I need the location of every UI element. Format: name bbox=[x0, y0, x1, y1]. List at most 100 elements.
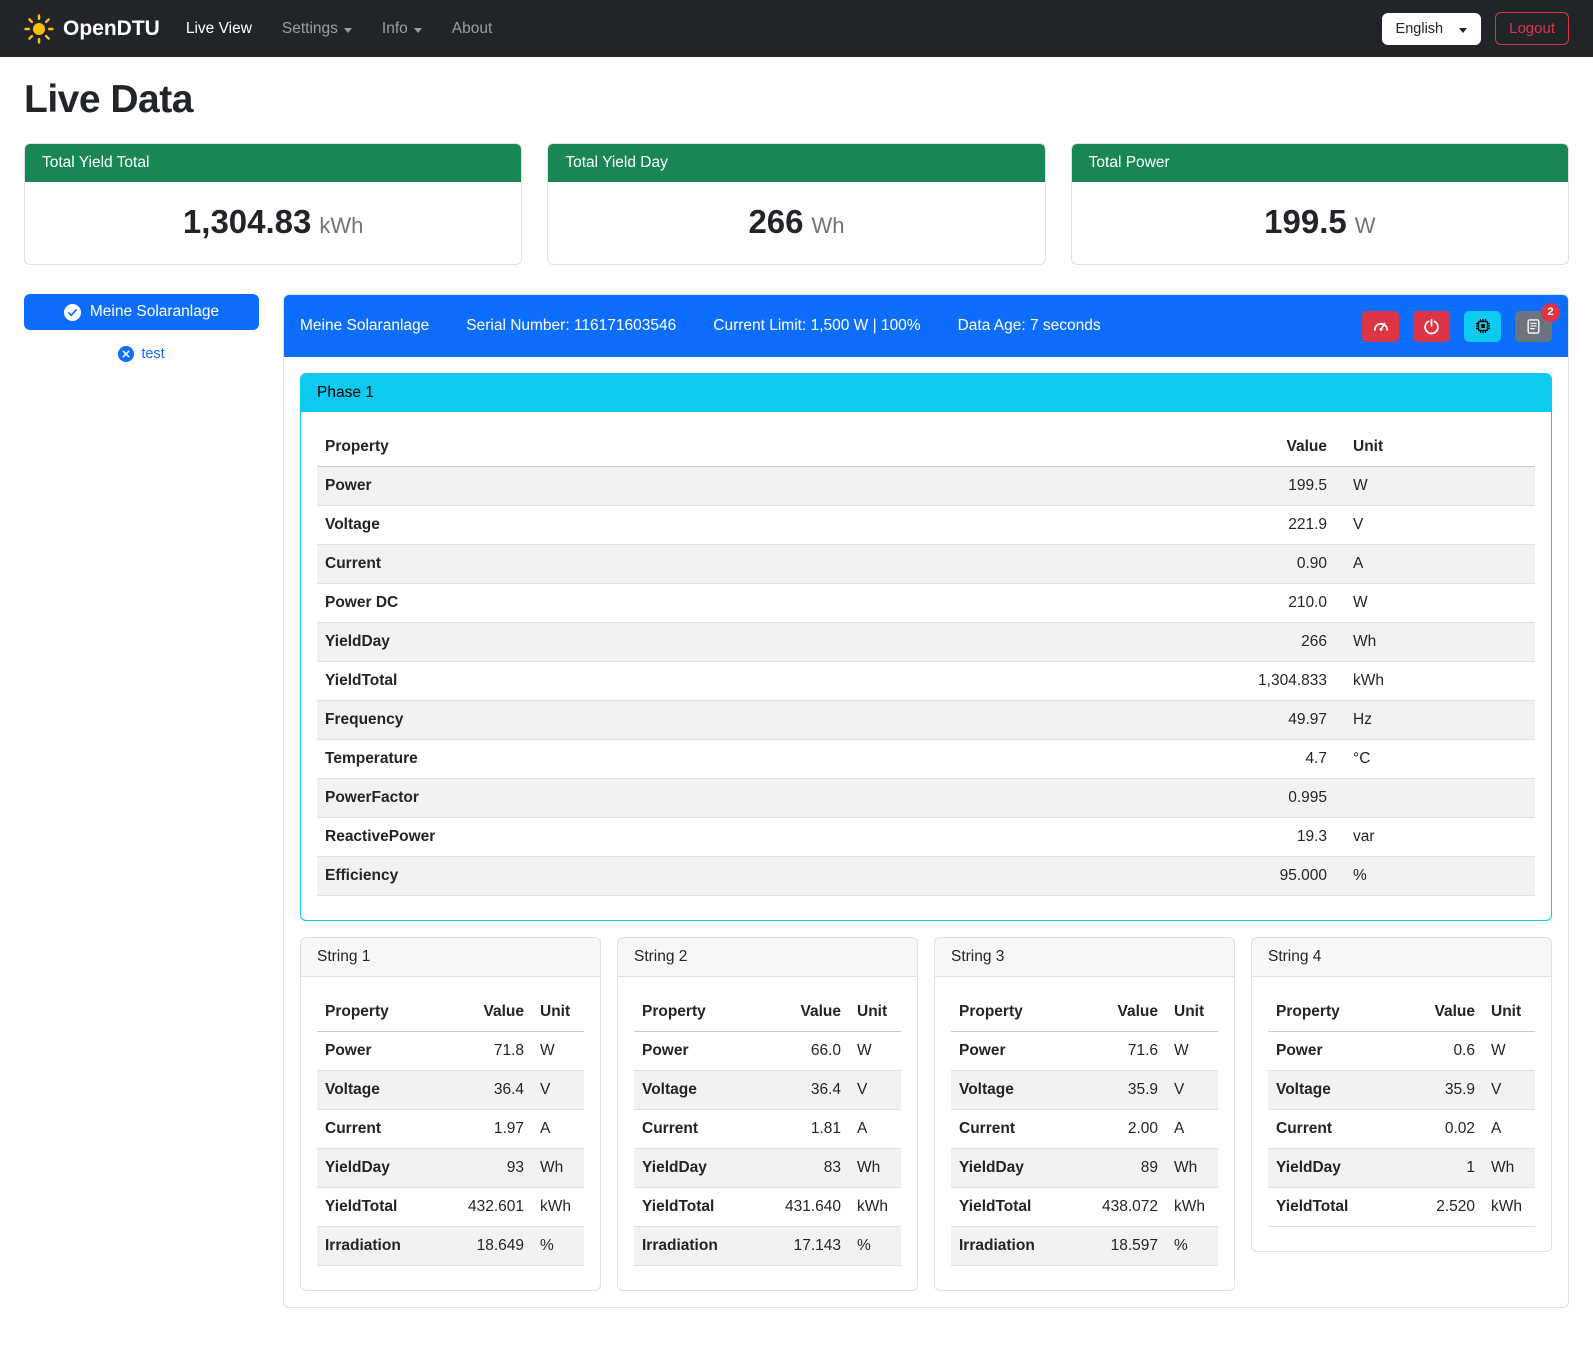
table-header-row: Property Value Unit bbox=[1268, 993, 1535, 1032]
phase-card: Phase 1 Property Value Unit bbox=[300, 373, 1552, 921]
row-value: 2.520 bbox=[1403, 1188, 1483, 1227]
inverter-test-link[interactable]: test bbox=[24, 346, 259, 362]
nav-live-view[interactable]: Live View bbox=[186, 20, 252, 38]
table-row: Voltage36.4V bbox=[634, 1071, 901, 1110]
card-title: Total Power bbox=[1072, 144, 1568, 182]
summary-card-total-yield-total: Total Yield Total 1,304.83kWh bbox=[24, 143, 522, 265]
row-unit: W bbox=[849, 1032, 901, 1071]
cpu-icon bbox=[1474, 317, 1492, 335]
row-unit: W bbox=[1335, 584, 1535, 623]
card-body: 199.5W bbox=[1072, 182, 1568, 264]
row-value: 36.4 bbox=[769, 1071, 849, 1110]
nav-settings[interactable]: Settings bbox=[282, 20, 352, 38]
row-value: 432.601 bbox=[452, 1188, 532, 1227]
row-property: Current bbox=[634, 1110, 769, 1149]
event-log-button[interactable]: 2 bbox=[1515, 311, 1552, 342]
row-unit: var bbox=[1335, 818, 1535, 857]
row-unit: kWh bbox=[849, 1188, 901, 1227]
row-unit bbox=[1335, 779, 1535, 818]
nav-live-view-label: Live View bbox=[186, 20, 252, 38]
string-card-3: String 3 Property Value Unit bbox=[934, 937, 1235, 1291]
row-unit: kWh bbox=[532, 1188, 584, 1227]
row-property: Voltage bbox=[317, 1071, 452, 1110]
inverter-data-age: Data Age: 7 seconds bbox=[958, 317, 1101, 335]
navbar-right: English Logout bbox=[1382, 12, 1569, 45]
row-value: 71.6 bbox=[1086, 1032, 1166, 1071]
power-toggle-button[interactable] bbox=[1413, 311, 1450, 342]
table-row: YieldDay1Wh bbox=[1268, 1149, 1535, 1188]
inverter-serial: Serial Number: 116171603546 bbox=[466, 317, 676, 335]
card-value: 1,304.83 bbox=[183, 203, 311, 240]
row-property: Current bbox=[1268, 1110, 1403, 1149]
col-value: Value bbox=[452, 993, 532, 1032]
table-row: Current1.81A bbox=[634, 1110, 901, 1149]
table-row: Frequency49.97Hz bbox=[317, 701, 1535, 740]
row-value: 66.0 bbox=[769, 1032, 849, 1071]
row-unit: V bbox=[532, 1071, 584, 1110]
check-circle-icon bbox=[64, 304, 81, 321]
language-selector[interactable]: English bbox=[1382, 13, 1482, 45]
card-title: Total Yield Total bbox=[25, 144, 521, 182]
table-row: Voltage35.9V bbox=[1268, 1071, 1535, 1110]
row-value: 35.9 bbox=[1086, 1071, 1166, 1110]
row-property: Current bbox=[317, 1110, 452, 1149]
event-count-badge: 2 bbox=[1541, 303, 1560, 322]
row-value: 2.00 bbox=[1086, 1110, 1166, 1149]
inverter-limit: Current Limit: 1,500 W | 100% bbox=[713, 317, 920, 335]
nav-about[interactable]: About bbox=[452, 20, 493, 38]
col-property: Property bbox=[317, 428, 926, 467]
inverter-sidebar: Meine Solaranlage test bbox=[24, 294, 259, 362]
inverter-select-button[interactable]: Meine Solaranlage bbox=[24, 294, 259, 330]
row-unit: W bbox=[1166, 1032, 1218, 1071]
string-table: Property Value Unit Power66.0WVoltage36.… bbox=[634, 993, 901, 1266]
row-value: 36.4 bbox=[452, 1071, 532, 1110]
device-info-button[interactable] bbox=[1464, 311, 1501, 342]
table-row: Power0.6W bbox=[1268, 1032, 1535, 1071]
row-property: Power bbox=[634, 1032, 769, 1071]
row-property: Temperature bbox=[317, 740, 926, 779]
row-unit: Wh bbox=[849, 1149, 901, 1188]
col-value: Value bbox=[926, 428, 1335, 467]
nav-links: Live View Settings Info About bbox=[186, 20, 492, 38]
row-value: 0.6 bbox=[1403, 1032, 1483, 1071]
row-unit: kWh bbox=[1335, 662, 1535, 701]
col-value: Value bbox=[1403, 993, 1483, 1032]
inverter-panel-header: Meine Solaranlage Serial Number: 1161716… bbox=[284, 295, 1568, 357]
row-unit: V bbox=[1483, 1071, 1535, 1110]
row-property: YieldTotal bbox=[1268, 1188, 1403, 1227]
page-content: Live Data Total Yield Total 1,304.83kWh … bbox=[0, 78, 1593, 1336]
power-icon bbox=[1423, 318, 1440, 335]
limit-settings-button[interactable] bbox=[1362, 311, 1399, 342]
table-row: Temperature4.7°C bbox=[317, 740, 1535, 779]
row-unit: V bbox=[1335, 506, 1535, 545]
table-row: YieldTotal432.601kWh bbox=[317, 1188, 584, 1227]
string-title: String 3 bbox=[935, 938, 1234, 977]
row-unit: A bbox=[532, 1110, 584, 1149]
table-row: YieldTotal1,304.833kWh bbox=[317, 662, 1535, 701]
nav-about-label: About bbox=[452, 20, 493, 38]
row-unit: kWh bbox=[1483, 1188, 1535, 1227]
table-row: Power DC210.0W bbox=[317, 584, 1535, 623]
row-property: Frequency bbox=[317, 701, 926, 740]
nav-info[interactable]: Info bbox=[382, 20, 422, 38]
table-row: Current0.02A bbox=[1268, 1110, 1535, 1149]
chevron-down-icon bbox=[344, 28, 352, 33]
table-row: Current0.90A bbox=[317, 545, 1535, 584]
row-value: 0.995 bbox=[926, 779, 1335, 818]
row-property: Efficiency bbox=[317, 857, 926, 896]
table-row: Irradiation18.649% bbox=[317, 1227, 584, 1266]
col-value: Value bbox=[769, 993, 849, 1032]
app-brand[interactable]: OpenDTU bbox=[24, 14, 160, 44]
brand-name: OpenDTU bbox=[63, 17, 160, 41]
row-unit: Wh bbox=[1335, 623, 1535, 662]
table-row: Power71.6W bbox=[951, 1032, 1218, 1071]
logout-button[interactable]: Logout bbox=[1495, 12, 1569, 45]
row-unit: W bbox=[1335, 467, 1535, 506]
row-unit: A bbox=[1166, 1110, 1218, 1149]
table-header-row: Property Value Unit bbox=[317, 993, 584, 1032]
string-title: String 1 bbox=[301, 938, 600, 977]
row-value: 19.3 bbox=[926, 818, 1335, 857]
table-row: Current2.00A bbox=[951, 1110, 1218, 1149]
table-row: YieldTotal438.072kWh bbox=[951, 1188, 1218, 1227]
row-unit: Wh bbox=[1166, 1149, 1218, 1188]
